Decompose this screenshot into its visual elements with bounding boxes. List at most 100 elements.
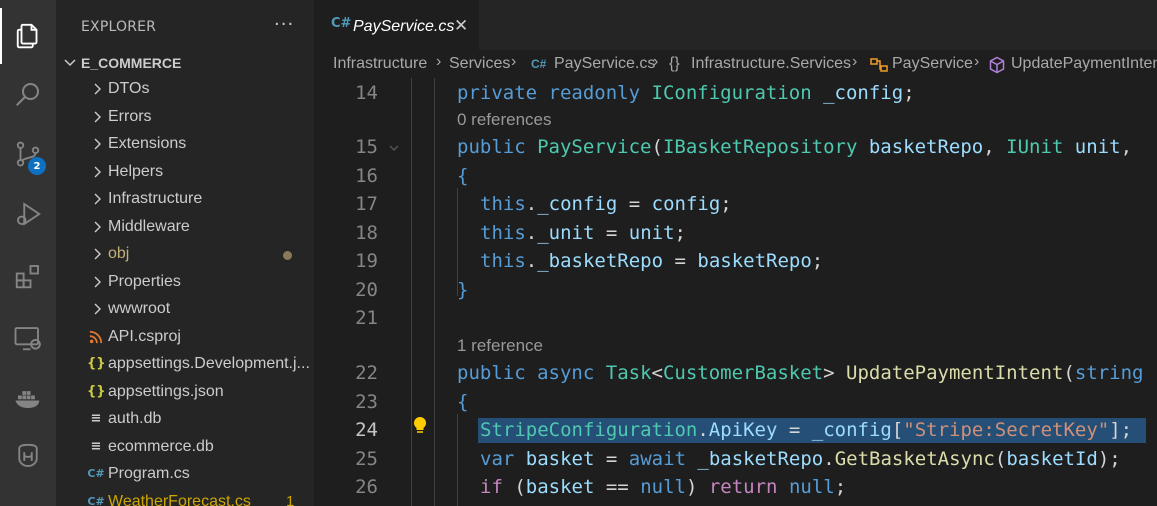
- breadcrumb-class[interactable]: PayService: [892, 55, 973, 73]
- tree-item-obj[interactable]: obj: [56, 241, 314, 268]
- code-token: basketRepo: [868, 136, 984, 158]
- explorer-icon[interactable]: [0, 8, 56, 64]
- workspace-section-header[interactable]: E_COMMERCE: [56, 50, 314, 76]
- tree-item-auth-db[interactable]: ≡ auth.db: [56, 406, 314, 433]
- code-token: ;: [674, 222, 686, 244]
- sidebar-header: EXPLORER ···: [56, 0, 314, 54]
- tree-item-label: appsettings.json: [108, 382, 224, 400]
- line-number: 15: [355, 136, 378, 158]
- code-token: _basketRepo: [697, 448, 824, 470]
- method-icon: [989, 56, 1005, 74]
- chevron-right-icon: ›: [436, 53, 442, 70]
- code-token: IUnit: [1006, 136, 1064, 158]
- code-token: unit: [628, 222, 675, 244]
- code-token: this: [480, 222, 526, 244]
- chevron-right-icon: [94, 111, 101, 122]
- more-actions-icon[interactable]: ···: [274, 14, 294, 35]
- tree-item-program-cs[interactable]: C# Program.cs: [56, 461, 314, 488]
- database-icon[interactable]: [0, 428, 56, 484]
- tree-item-appsettings-json[interactable]: {} appsettings.json: [56, 379, 314, 406]
- code-token: basket: [525, 448, 595, 470]
- breadcrumb-namespace[interactable]: Infrastructure.Services: [691, 55, 851, 73]
- tree-item-helpers[interactable]: Helpers: [56, 159, 314, 186]
- code-token: .: [525, 250, 538, 272]
- search-icon[interactable]: [0, 66, 56, 122]
- tree-item-label: API.csproj: [108, 327, 181, 345]
- code-token: ;: [811, 250, 824, 272]
- scm-badge: 2: [28, 157, 46, 175]
- tree-item-label: ecommerce.db: [108, 437, 214, 455]
- breadcrumb-file[interactable]: PayService.cs: [554, 55, 655, 73]
- code-token: this: [480, 193, 526, 215]
- code-token: .: [525, 222, 538, 244]
- tree-item-weatherforecast-cs[interactable]: C# WeatherForecast.cs 1: [56, 489, 314, 506]
- docker-icon[interactable]: [0, 370, 56, 426]
- close-icon[interactable]: ✕: [454, 16, 468, 36]
- code-line: {: [457, 391, 468, 413]
- tree-item-label: auth.db: [108, 410, 162, 427]
- class-icon: [870, 58, 888, 72]
- tree-item-appsettings-development-j[interactable]: {} appsettings.Development.j...: [56, 351, 314, 378]
- breadcrumb: Infrastructure › Services › C# PayServic…: [314, 50, 1157, 78]
- activity-bar: 2: [0, 0, 56, 506]
- tree-item-extensions[interactable]: Extensions: [56, 131, 314, 158]
- code-token: =: [777, 419, 812, 441]
- code-token: string: [1074, 362, 1144, 384]
- tree-item-api-csproj[interactable]: API.csproj: [56, 324, 314, 351]
- workspace-name: E_COMMERCE: [81, 55, 182, 71]
- chevron-right-icon: [94, 166, 101, 177]
- run-debug-icon[interactable]: [0, 186, 56, 242]
- tree-item-infrastructure[interactable]: Infrastructure: [56, 186, 314, 213]
- tree-item-middleware[interactable]: Middleware: [56, 214, 314, 241]
- tree-item-properties[interactable]: Properties: [56, 269, 314, 296]
- tree-item-label: Helpers: [108, 162, 164, 180]
- code-token: await: [628, 448, 686, 470]
- codelens-references[interactable]: 1 reference: [457, 336, 543, 356]
- breadcrumb-services[interactable]: Services: [449, 55, 510, 73]
- line-number: 23: [355, 391, 378, 413]
- tree-item-ecommerce-db[interactable]: ≡ ecommerce.db: [56, 434, 314, 461]
- code-line: this._config = config;: [480, 193, 732, 215]
- code-token: unit: [1074, 136, 1121, 158]
- code-line: StripeConfiguration.ApiKey = _config["St…: [480, 419, 1132, 441]
- code-token: null: [640, 476, 686, 498]
- code-token: "Stripe:SecretKey": [903, 419, 1110, 441]
- breadcrumb-infrastructure[interactable]: Infrastructure: [333, 55, 427, 73]
- tree-item-wwwroot[interactable]: wwwroot: [56, 296, 314, 323]
- codelens-references[interactable]: 0 references: [457, 110, 552, 130]
- breadcrumb-method[interactable]: UpdatePaymentIntent: [1011, 55, 1157, 73]
- code-token: private: [457, 82, 538, 104]
- fold-chevron-icon[interactable]: [388, 142, 400, 154]
- lightbulb-icon[interactable]: [412, 416, 428, 436]
- code-token: [: [891, 419, 904, 441]
- tree-item-dtos[interactable]: DTOs: [56, 76, 314, 103]
- source-control-icon[interactable]: [0, 126, 56, 182]
- code-token: .: [525, 193, 538, 215]
- code-token: (: [502, 476, 526, 498]
- code-token: (: [994, 448, 1007, 470]
- extensions-icon[interactable]: [0, 248, 56, 304]
- tree-item-errors[interactable]: Errors: [56, 104, 314, 131]
- tab-payservice[interactable]: C# PayService.cs ✕: [314, 0, 479, 50]
- json-file-icon: {}: [87, 383, 106, 399]
- chevron-right-icon: ›: [653, 53, 659, 70]
- code-token: StripeConfiguration: [480, 419, 698, 441]
- code-token: _basketRepo: [537, 250, 664, 272]
- chevron-right-icon: [94, 138, 101, 150]
- remote-explorer-icon[interactable]: [0, 310, 56, 366]
- code-token: _config: [823, 82, 904, 104]
- code-area[interactable]: 14 15 16 17 18 19 20 21 22 23 24 25 26 0…: [314, 78, 1157, 506]
- code-token: ;: [903, 82, 915, 104]
- code-token: public: [457, 136, 526, 158]
- code-token: ==: [594, 476, 641, 498]
- tree-item-label: DTOs: [108, 80, 150, 97]
- chevron-right-icon: [94, 248, 101, 260]
- problem-count: 1: [286, 492, 295, 506]
- tree-item-label: Properties: [108, 272, 181, 290]
